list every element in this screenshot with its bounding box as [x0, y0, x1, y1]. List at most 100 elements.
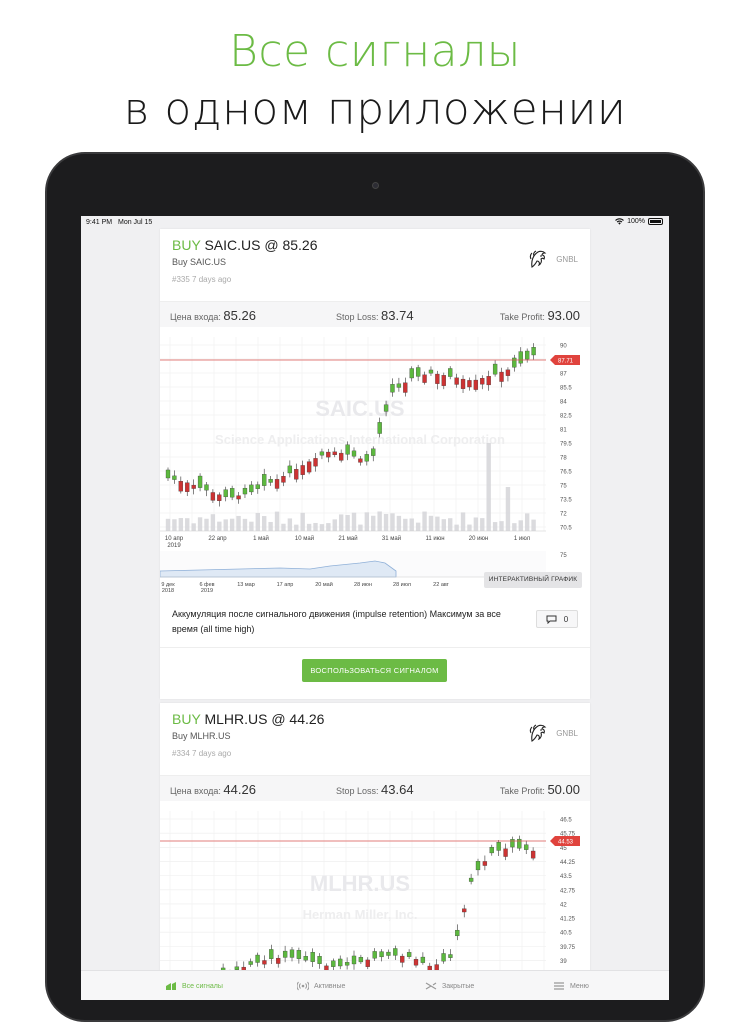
- status-date: Mon Jul 15: [118, 219, 153, 226]
- candle: [517, 838, 522, 849]
- candle: [248, 961, 253, 965]
- candle: [372, 951, 377, 959]
- volume-bar: [422, 511, 427, 531]
- candle: [496, 842, 501, 851]
- volume-bar: [473, 517, 479, 531]
- volume-bar: [223, 519, 228, 531]
- volume-bar: [306, 523, 312, 531]
- brand-name: GNBL: [556, 254, 578, 264]
- use-signal-button[interactable]: ВОСПОЛЬЗОВАТЬСЯ СИГНАЛОМ: [302, 659, 447, 682]
- candle: [326, 451, 331, 458]
- candle: [468, 877, 474, 882]
- candle: [386, 951, 391, 956]
- candle: [524, 844, 529, 850]
- volume-bar: [467, 524, 472, 531]
- volume-bar: [326, 523, 331, 531]
- y-tick-label: 78: [560, 456, 567, 462]
- candle: [489, 847, 494, 854]
- x-tick-label: 10 май: [295, 535, 314, 542]
- y-tick-label: 76.5: [560, 470, 572, 476]
- x-tick-label: 1 июл: [514, 536, 531, 542]
- candle: [303, 956, 308, 961]
- volume-bar: [390, 513, 395, 531]
- candle: [365, 959, 370, 967]
- volume-bar: [377, 511, 382, 531]
- candle: [415, 367, 421, 377]
- volume-bar: [524, 513, 530, 531]
- candle: [339, 452, 344, 461]
- signal-title: BUY MLHR.US @ 44.26: [172, 711, 324, 727]
- candle: [249, 484, 254, 493]
- signal-card[interactable]: BUY SAIC.US @ 85.26 Buy SAIC.US #335 7 d…: [160, 229, 590, 699]
- candle: [351, 955, 357, 965]
- volume-bar: [165, 518, 171, 531]
- app-screen: 9:41 PM Mon Jul 15 100% BUY SAIC.US @ 85…: [81, 216, 669, 1000]
- hero-title-line1: Все сигналы: [229, 26, 521, 77]
- volume-bar: [191, 523, 196, 531]
- volume-bar: [460, 512, 466, 531]
- nav-x-tick-label: 28 июл: [393, 582, 411, 588]
- candle: [287, 465, 293, 474]
- signal-header: BUY SAIC.US @ 85.26 Buy SAIC.US #335 7 d…: [160, 229, 590, 301]
- status-right: 100%: [615, 218, 663, 225]
- y-tick-label: 79.5: [560, 442, 572, 448]
- candle: [393, 948, 398, 956]
- volume-bar: [242, 518, 248, 531]
- volume-bar: [332, 519, 337, 531]
- entry-price: Цена входа: 44.26: [170, 782, 256, 797]
- status-time: 9:41 PM: [86, 219, 113, 226]
- camera-icon: [372, 182, 379, 189]
- candle: [276, 957, 281, 964]
- y-tick-label: 40.5: [560, 931, 572, 937]
- tab-all-signals[interactable]: Все сигналы: [165, 981, 223, 991]
- comments-button[interactable]: 0: [536, 610, 578, 628]
- signal-description: Аккумуляция после сигнального движения (…: [172, 609, 501, 634]
- y-tick-label: 42: [560, 902, 567, 908]
- y-tick-label: 90: [560, 344, 567, 350]
- candle: [383, 404, 389, 412]
- candle: [313, 458, 318, 467]
- tab-active[interactable]: Активные: [297, 981, 345, 991]
- candle: [480, 378, 485, 385]
- hero-title-line2: в одном приложении: [123, 84, 627, 135]
- candle: [223, 489, 228, 498]
- y-tick-label: 41.25: [560, 917, 576, 923]
- candle: [197, 475, 203, 488]
- candle: [409, 368, 414, 379]
- candle: [448, 368, 453, 377]
- broadcast-icon: [297, 981, 309, 991]
- volume-bar: [172, 519, 177, 531]
- tab-menu[interactable]: Меню: [553, 981, 589, 991]
- interactive-chart-button[interactable]: ИНТЕРАКТИВНЫЙ ГРАФИК: [484, 572, 582, 588]
- volume-bar: [403, 518, 408, 531]
- candle: [422, 374, 427, 383]
- y-tick-label: 85.5: [560, 386, 572, 392]
- candle: [413, 959, 419, 966]
- candle: [351, 450, 357, 457]
- volume-bar: [178, 518, 184, 531]
- volume-bar: [512, 523, 517, 531]
- chart-watermark: SAIC.US: [315, 396, 404, 421]
- candle: [300, 465, 305, 475]
- signal-meta: #334 7 days ago: [172, 749, 232, 758]
- candle: [454, 377, 459, 385]
- candle: [505, 369, 511, 376]
- volume-bar: [409, 518, 414, 531]
- volume-bar: [338, 514, 344, 531]
- wifi-icon: [615, 218, 624, 225]
- volume-bar: [351, 512, 357, 531]
- candle: [358, 458, 363, 463]
- volume-bar: [531, 519, 536, 531]
- tab-closed[interactable]: Закрытые: [425, 981, 474, 991]
- x-tick-label: 10 апр: [165, 536, 184, 542]
- price-chart[interactable]: 9088.58785.58482.58179.57876.57573.57270…: [160, 333, 590, 549]
- y-tick-label: 46.5: [560, 818, 572, 824]
- candle: [379, 951, 384, 958]
- signal-subtitle: Buy SAIC.US: [172, 257, 227, 267]
- nav-x-tick-label: 17 апр: [277, 582, 294, 588]
- candle: [332, 451, 337, 456]
- signal-card[interactable]: BUY MLHR.US @ 44.26 Buy MLHR.US #334 7 d…: [160, 703, 590, 1000]
- candle: [178, 481, 183, 492]
- candle: [229, 488, 235, 498]
- volume-bar: [204, 518, 209, 531]
